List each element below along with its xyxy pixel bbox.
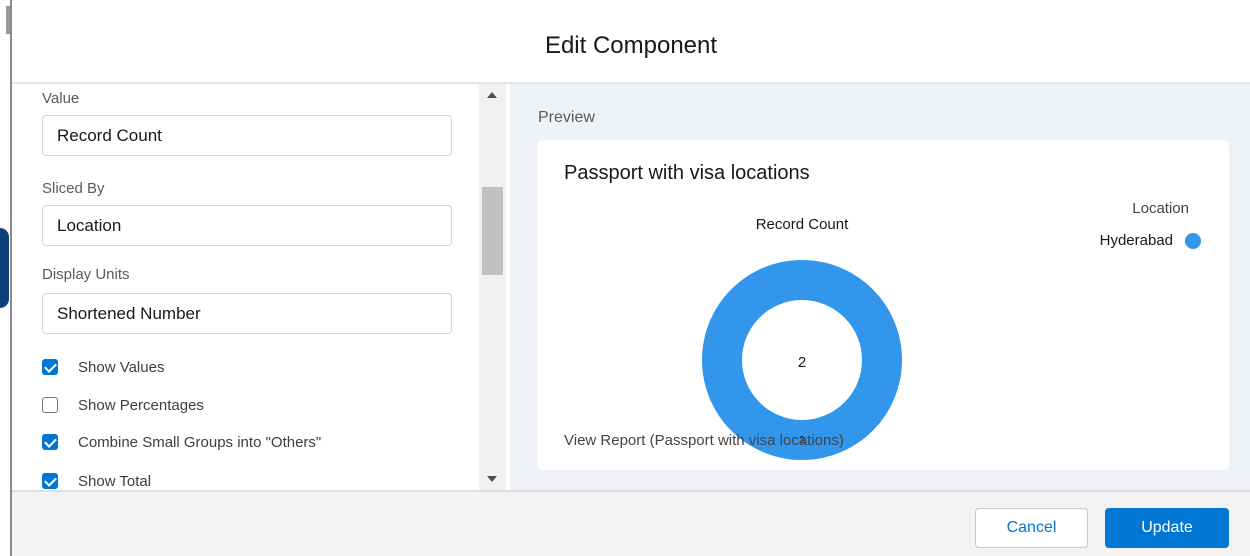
- background-edge: [0, 0, 12, 556]
- show-values-option[interactable]: Show Values: [42, 356, 164, 378]
- display-units-label: Display Units: [42, 266, 130, 283]
- legend-dot-icon: [1185, 232, 1201, 249]
- scroll-down-arrow-icon[interactable]: [487, 476, 497, 482]
- combine-small-groups-label: Combine Small Groups into "Others": [78, 433, 322, 451]
- value-label: Value: [42, 90, 80, 107]
- show-total-label: Show Total: [78, 472, 152, 490]
- scroll-up-arrow-icon[interactable]: [487, 92, 497, 98]
- modal-header: Edit Component: [12, 0, 1250, 84]
- update-button[interactable]: Update: [1105, 508, 1229, 548]
- modal-footer: Cancel Update: [12, 490, 1250, 556]
- show-values-checkbox[interactable]: [42, 359, 58, 375]
- legend-item-label: Hyderabad: [1099, 232, 1173, 249]
- preview-label: Preview: [538, 109, 595, 126]
- show-total-option[interactable]: Show Total: [42, 470, 151, 490]
- show-percentages-checkbox[interactable]: [42, 397, 58, 413]
- combine-small-groups-checkbox[interactable]: [42, 434, 58, 450]
- cancel-button[interactable]: Cancel: [975, 508, 1088, 548]
- settings-pane: Value Record Count Sliced By Location Di…: [12, 84, 479, 490]
- show-total-checkbox[interactable]: [42, 473, 58, 489]
- legend-title: Location: [1132, 200, 1189, 217]
- donut-center-total: 2: [798, 354, 806, 371]
- show-percentages-label: Show Percentages: [78, 396, 204, 414]
- show-percentages-option[interactable]: Show Percentages: [42, 394, 204, 416]
- view-report-link[interactable]: View Report (Passport with visa location…: [564, 432, 844, 449]
- edit-component-modal: Edit Component Value Record Count Sliced…: [12, 0, 1250, 556]
- sliced-by-label: Sliced By: [42, 180, 105, 197]
- modal-body: Value Record Count Sliced By Location Di…: [12, 84, 1250, 490]
- background-edge-shape: [0, 228, 9, 308]
- preview-pane: Preview Passport with visa locations Rec…: [510, 84, 1250, 490]
- chart-title: Passport with visa locations: [564, 162, 810, 184]
- value-field[interactable]: Record Count: [42, 115, 452, 156]
- combine-small-groups-option[interactable]: Combine Small Groups into "Others": [42, 431, 321, 453]
- legend-item[interactable]: Hyderabad: [1100, 232, 1201, 249]
- show-values-label: Show Values: [78, 358, 165, 376]
- background-edge-tick: [6, 6, 10, 34]
- preview-card: Passport with visa locations Record Coun…: [537, 140, 1229, 470]
- display-units-field[interactable]: Shortened Number: [42, 293, 452, 334]
- sliced-by-field[interactable]: Location: [42, 205, 452, 246]
- chart-subtitle: Record Count: [755, 216, 849, 233]
- scrollbar-thumb[interactable]: [482, 187, 503, 275]
- modal-title: Edit Component: [544, 32, 718, 59]
- settings-scrollbar[interactable]: [479, 84, 506, 490]
